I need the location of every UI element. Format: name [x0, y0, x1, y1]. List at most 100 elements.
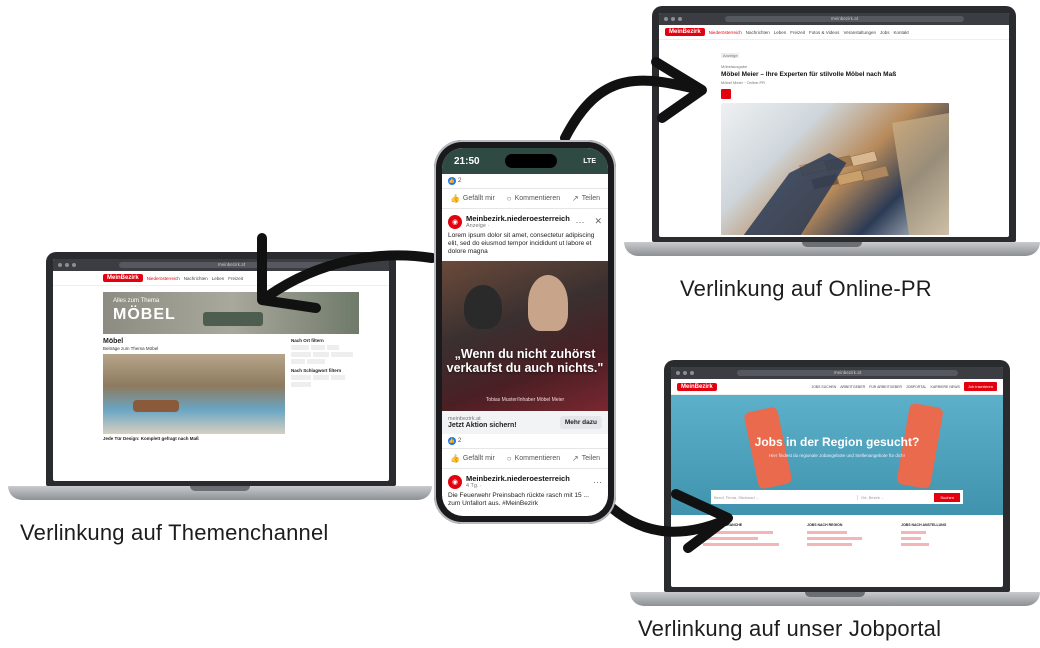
url-bar[interactable]: meinbezirk.at — [119, 262, 344, 268]
category-link[interactable] — [901, 537, 921, 540]
job-location-input[interactable]: Ort, Bezirk ... — [856, 494, 930, 500]
job-categories: JOBS NACH BRANCHE JOBS NACH REGION JOBS … — [671, 515, 1003, 546]
nav-item[interactable]: FÜR ARBEITGEBER — [869, 385, 902, 389]
post-job-button[interactable]: Job inserieren — [963, 382, 997, 391]
window-dot[interactable] — [690, 371, 694, 375]
category-link[interactable] — [901, 543, 929, 546]
jobs-hero: Jobs in der Region gesucht? Hier findest… — [671, 395, 1003, 515]
nav-item[interactable]: JOBPORTAL — [906, 385, 927, 389]
window-dot[interactable] — [676, 371, 680, 375]
nav-item[interactable]: Leben — [774, 30, 787, 35]
share-button[interactable]: ↗ Teilen — [572, 194, 600, 203]
nav-item[interactable]: Freizeit — [228, 276, 243, 281]
cta-row: meinbezirk.at Jetzt Aktion sichern! Mehr… — [442, 411, 608, 434]
nav-region[interactable]: Niederösterreich — [147, 276, 180, 281]
caption-online-pr: Verlinkung auf Online-PR — [680, 276, 932, 301]
filter-chip[interactable] — [307, 359, 325, 364]
like-button[interactable]: 👍 Gefällt mir — [450, 194, 495, 203]
article-line[interactable]: Jede Tür Design: Komplett gefragt nach M… — [103, 436, 285, 441]
section-subtitle: Beiträge zum Thema Möbel — [103, 346, 159, 351]
page-avatar[interactable]: ◉ — [448, 214, 462, 229]
more-options-icon[interactable]: ··· — [575, 217, 584, 227]
thumb-icon: 👍 — [449, 454, 460, 463]
window-dot[interactable] — [72, 263, 76, 267]
site-logo[interactable]: MeinBezirk — [665, 28, 705, 36]
filter-chip[interactable] — [331, 352, 353, 357]
url-bar[interactable]: meinbezirk.at — [737, 370, 958, 376]
window-dot[interactable] — [671, 17, 675, 21]
comment-button[interactable]: ○ Kommentieren — [507, 194, 560, 203]
category-link[interactable] — [807, 531, 847, 534]
close-icon[interactable]: ✕ — [594, 216, 602, 227]
laptop-themenchannel: meinbezirk.at MeinBezirk Niederösterreic… — [8, 252, 432, 502]
cta-text[interactable]: Jetzt Aktion sichern! — [448, 422, 517, 429]
page-name[interactable]: Meinbezirk.niederoesterreich — [466, 214, 571, 223]
learn-more-button[interactable]: Mehr dazu — [559, 416, 602, 429]
page-name[interactable]: Meinbezirk.niederoesterreich — [466, 474, 589, 483]
job-search-input[interactable]: Beruf, Firma, Stichwort ... — [714, 495, 853, 500]
category-link[interactable] — [901, 531, 926, 534]
page-avatar[interactable]: ◉ — [448, 474, 462, 489]
nav-item[interactable]: Leben — [212, 276, 225, 281]
nav-item[interactable]: Jobs — [880, 30, 890, 35]
like-bubble-icon: 👍 — [448, 437, 456, 445]
nav-item[interactable]: Kontakt — [893, 30, 908, 35]
reaction-count[interactable]: 2 — [458, 437, 462, 444]
site-logo[interactable]: MeinBezirk — [103, 274, 143, 282]
window-dot[interactable] — [58, 263, 62, 267]
nav-item[interactable]: Nachrichten — [184, 276, 208, 281]
window-dot[interactable] — [683, 371, 687, 375]
comment-button[interactable]: ○ Kommentieren — [507, 454, 560, 463]
filter-chip[interactable] — [331, 375, 345, 380]
person-left — [464, 285, 502, 329]
url-bar[interactable]: meinbezirk.at — [725, 16, 964, 22]
article-image — [721, 103, 949, 235]
filter-chip[interactable] — [313, 375, 329, 380]
filter-chip[interactable] — [291, 359, 305, 364]
window-dot[interactable] — [664, 17, 668, 21]
category-link[interactable] — [807, 537, 862, 540]
laptop-online-pr: meinbezirk.at MeinBezirk Niederösterreic… — [624, 6, 1040, 258]
filter-chip[interactable] — [313, 352, 329, 357]
site-header: MeinBezirk Niederösterreich Nachrichten … — [659, 25, 1009, 40]
post-subline: Anzeige · — [466, 223, 490, 229]
filter-chip[interactable] — [291, 382, 311, 387]
category-title: JOBS NACH BRANCHE — [703, 523, 743, 527]
like-button[interactable]: 👍 Gefällt mir — [450, 454, 495, 463]
window-dot[interactable] — [65, 263, 69, 267]
filter-chip[interactable] — [291, 352, 311, 357]
banner-sofa — [203, 312, 263, 326]
top-reaction-count[interactable]: 2 — [458, 177, 462, 184]
comment-icon: ○ — [506, 454, 512, 463]
filter-chip[interactable] — [327, 345, 339, 350]
more-options-icon[interactable]: ··· — [593, 477, 602, 487]
marketing-collage: meinbezirk.at MeinBezirk Niederösterreic… — [0, 0, 1040, 648]
filter-chip[interactable] — [291, 345, 309, 350]
site-header: MeinBezirk JOBS SUCHEN ARBEITGEBER FÜR A… — [671, 379, 1003, 395]
share-button[interactable]: ↗ Teilen — [572, 454, 600, 463]
nav-item[interactable]: Veranstaltungen — [843, 30, 876, 35]
filter-chip[interactable] — [311, 345, 325, 350]
nav-item[interactable]: KARRIERE NEWS — [931, 385, 960, 389]
job-search-button[interactable]: Suchen — [934, 492, 960, 502]
nav-item[interactable]: ARBEITGEBER — [840, 385, 865, 389]
job-search-bar: Beruf, Firma, Stichwort ... Ort, Bezirk … — [711, 490, 963, 504]
site-logo[interactable]: MeinBezirk — [677, 382, 717, 391]
ad-image[interactable]: „Wenn du nicht zuhörst verkaufst du auch… — [442, 261, 608, 411]
category-link[interactable] — [703, 537, 758, 540]
category-link[interactable] — [703, 531, 773, 534]
nav-item[interactable]: Freizeit — [790, 30, 805, 35]
action-row-top: 👍 Gefällt mir ○ Kommentieren ↗ Teilen — [442, 189, 608, 209]
window-dot[interactable] — [678, 17, 682, 21]
nav-item[interactable]: JOBS SUCHEN — [811, 385, 836, 389]
nav-item[interactable]: Fotos & Videos — [809, 30, 839, 35]
category-link[interactable] — [703, 543, 779, 546]
filter-chip[interactable] — [291, 375, 311, 380]
category-link[interactable] — [807, 543, 852, 546]
top-reactions: 👍 2 — [442, 174, 608, 189]
nav-item[interactable]: Nachrichten — [746, 30, 770, 35]
status-network: LTE — [583, 157, 596, 165]
nav-region[interactable]: Niederösterreich — [709, 30, 742, 35]
laptop-lid: meinbezirk.at MeinBezirk JOBS SUCHEN ARB… — [664, 360, 1010, 592]
comment-icon: ○ — [506, 194, 512, 203]
